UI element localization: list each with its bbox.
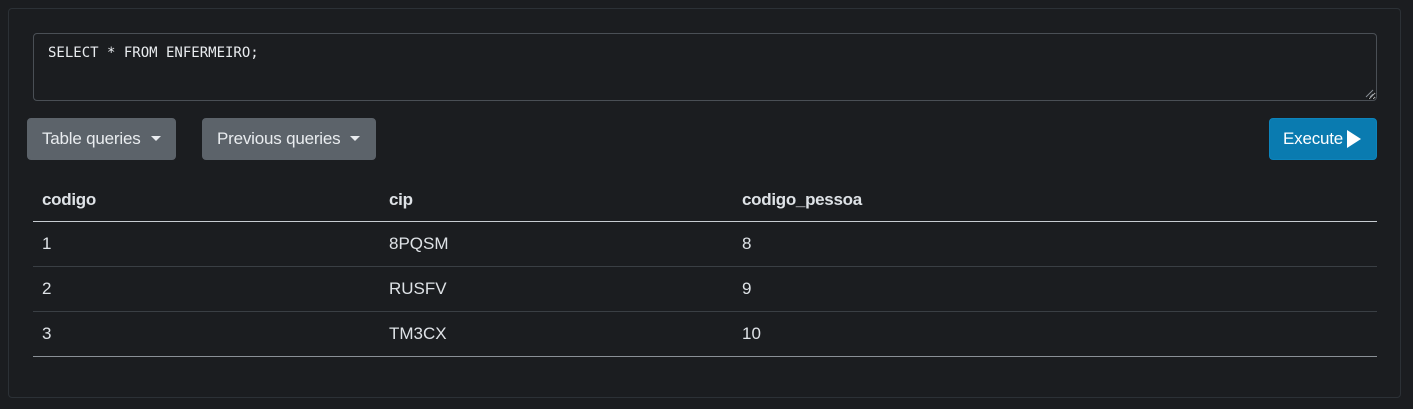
table-header-row: codigo cip codigo_pessoa (33, 180, 1377, 222)
column-header-codigo-pessoa[interactable]: codigo_pessoa (733, 180, 1377, 222)
sql-query-input[interactable]: SELECT * FROM ENFERMEIRO; (33, 33, 1377, 101)
resize-grip-icon[interactable] (1365, 89, 1374, 98)
play-icon (1347, 130, 1362, 148)
table-row: 1 8PQSM 8 (33, 221, 1377, 267)
query-panel: SELECT * FROM ENFERMEIRO; Table queries … (8, 8, 1401, 398)
table-row: 3 TM3CX 10 (33, 311, 1377, 357)
execute-label: Execute (1283, 129, 1344, 148)
column-header-codigo[interactable]: codigo (33, 180, 380, 222)
cell-codigo: 2 (33, 266, 380, 312)
cell-cip: 8PQSM (380, 221, 733, 267)
cell-codigo-pessoa: 8 (733, 221, 1377, 267)
table-row: 2 RUSFV 9 (33, 266, 1377, 312)
cell-cip: TM3CX (380, 311, 733, 357)
results-table: codigo cip codigo_pessoa 1 8PQSM 8 2 RUS… (33, 180, 1377, 357)
table-queries-dropdown-button[interactable]: Table queries (27, 118, 176, 160)
cell-codigo-pessoa: 9 (733, 266, 1377, 312)
previous-queries-label: Previous queries (217, 129, 341, 148)
caret-down-icon (150, 135, 161, 141)
caret-down-icon (350, 135, 361, 141)
cell-codigo: 3 (33, 311, 380, 357)
cell-codigo: 1 (33, 221, 380, 267)
cell-cip: RUSFV (380, 266, 733, 312)
execute-button[interactable]: Execute (1269, 118, 1377, 160)
table-queries-label: Table queries (42, 129, 141, 148)
column-header-cip[interactable]: cip (380, 180, 733, 222)
cell-codigo-pessoa: 10 (733, 311, 1377, 357)
previous-queries-dropdown-button[interactable]: Previous queries (202, 118, 376, 160)
